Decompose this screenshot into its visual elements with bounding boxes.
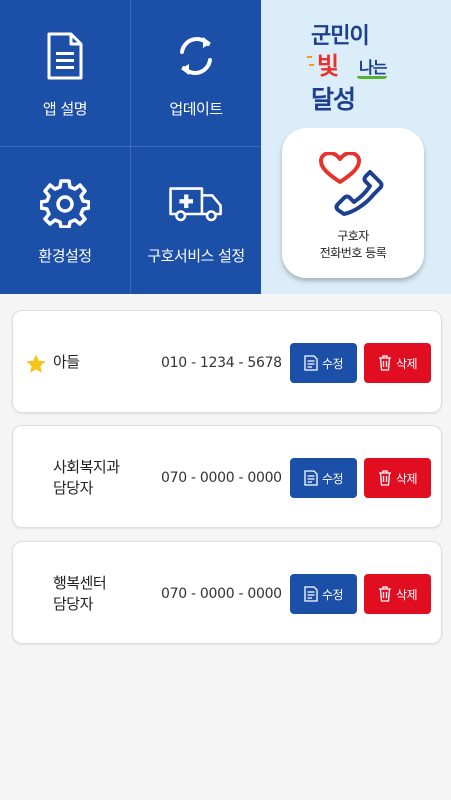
contact-card: 아들 010 - 1234 - 5678 수정 삭제 — [12, 310, 442, 413]
contact-card: 행복센터 담당자 070 - 0000 - 0000 수정 삭제 — [12, 541, 442, 644]
edit-icon — [304, 586, 318, 602]
delete-label: 삭제 — [395, 356, 418, 371]
settings-tile[interactable]: 환경설정 — [0, 147, 130, 294]
rescue-settings-label: 구호서비스 설정 — [147, 247, 245, 265]
edit-button[interactable]: 수정 — [290, 458, 357, 498]
top-menu: 앱 설명 업데이트 환경설정 구호서비스 설정 군민이 빛 나는 달성 구호자 … — [0, 0, 451, 294]
contact-phone: 070 - 0000 - 0000 — [161, 469, 282, 486]
logo: 군민이 빛 나는 달성 — [299, 18, 419, 118]
logo-dot — [309, 64, 314, 66]
register-line1: 구호자 — [337, 229, 369, 243]
contact-name: 사회복지과 담당자 — [53, 426, 120, 529]
settings-label: 환경설정 — [38, 247, 92, 265]
logo-smile — [357, 76, 387, 79]
logo-line2-small: 나는 — [359, 58, 387, 77]
trash-icon — [378, 355, 391, 371]
logo-line2-big: 빛 — [317, 52, 339, 80]
delete-label: 삭제 — [395, 587, 418, 602]
contact-name: 아들 — [53, 353, 80, 371]
grid-divider — [0, 146, 261, 147]
gear-icon — [37, 175, 93, 231]
edit-button[interactable]: 수정 — [290, 343, 357, 383]
register-guardian-button[interactable]: 구호자 전화번호 등록 — [282, 128, 424, 278]
contact-name-text: 행복센터 담당자 — [53, 573, 107, 613]
contact-card: 사회복지과 담당자 070 - 0000 - 0000 수정 삭제 — [12, 425, 442, 528]
update-label: 업데이트 — [169, 99, 223, 118]
heart-phone-icon — [318, 151, 388, 216]
contact-name-text: 사회복지과 담당자 — [53, 457, 120, 497]
ambulance-icon — [168, 175, 224, 231]
logo-line3: 달성 — [311, 85, 356, 114]
edit-label: 수정 — [321, 471, 344, 486]
delete-button[interactable]: 삭제 — [364, 343, 431, 383]
document-icon — [37, 28, 93, 84]
refresh-icon — [168, 28, 224, 84]
contact-phone: 010 - 1234 - 5678 — [161, 354, 282, 371]
edit-label: 수정 — [321, 587, 344, 602]
edit-icon — [304, 470, 318, 486]
app-info-label: 앱 설명 — [42, 99, 88, 118]
delete-label: 삭제 — [395, 471, 418, 486]
register-label: 구호자 전화번호 등록 — [320, 228, 387, 262]
trash-icon — [378, 470, 391, 486]
side-panel: 군민이 빛 나는 달성 구호자 전화번호 등록 — [261, 0, 451, 294]
logo-dot — [307, 56, 312, 58]
contact-phone: 070 - 0000 - 0000 — [161, 585, 282, 602]
trash-icon — [378, 586, 391, 602]
app-info-tile[interactable]: 앱 설명 — [0, 0, 130, 146]
edit-label: 수정 — [321, 356, 344, 371]
rescue-settings-tile[interactable]: 구호서비스 설정 — [131, 147, 261, 294]
edit-icon — [304, 355, 318, 371]
update-tile[interactable]: 업데이트 — [131, 0, 261, 146]
register-line2: 전화번호 등록 — [319, 246, 387, 260]
contact-name: 행복센터 담당자 — [53, 542, 107, 645]
edit-button[interactable]: 수정 — [290, 574, 357, 614]
grid-divider — [130, 0, 131, 294]
delete-button[interactable]: 삭제 — [364, 458, 431, 498]
delete-button[interactable]: 삭제 — [364, 574, 431, 614]
star-icon — [26, 354, 46, 373]
